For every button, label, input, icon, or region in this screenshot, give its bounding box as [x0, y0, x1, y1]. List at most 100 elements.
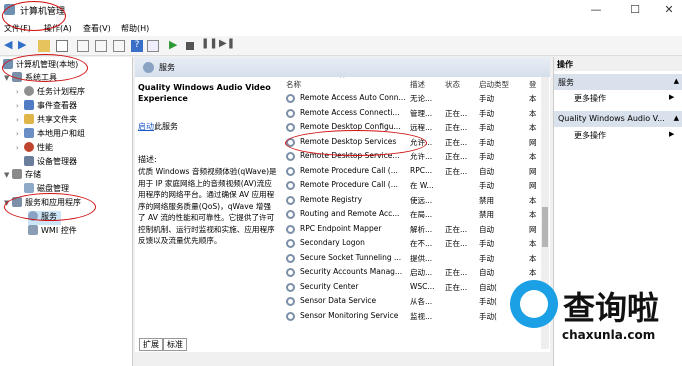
table-row[interactable]: Remote Procedure Call (... RPC... 正在... 自动 网 — [283, 164, 541, 179]
collapse-arrow-icon[interactable]: ▲ — [674, 77, 679, 85]
gear-icon — [286, 195, 295, 205]
table-row[interactable]: Secondary Logon 在不... 正在... 手动 本 — [283, 236, 541, 251]
service-status-cell: 正在... — [445, 282, 468, 292]
service-name-cell: Remote Procedure Call (... — [300, 180, 398, 189]
expand-arrow-icon[interactable]: ▼ — [4, 199, 12, 207]
services-pane: 服务 Quality Windows Audio Video Experienc… — [135, 57, 550, 352]
tools-icon — [12, 72, 22, 82]
more-actions-services[interactable]: 更多操作 ▶ — [574, 93, 674, 104]
tree-item-event-viewer[interactable]: › 事件查看器 — [16, 100, 77, 114]
service-description-cell: 在 W... — [410, 181, 434, 190]
stop-service-icon[interactable] — [186, 42, 194, 50]
gear-icon — [286, 282, 295, 292]
service-description-cell: 在局... — [410, 210, 433, 219]
table-row[interactable]: Remote Registry 使远... 禁用 本 — [283, 193, 541, 208]
table-row[interactable]: Remote Desktop Configu... 远程... 正在... 手动 本 — [283, 120, 541, 135]
chevron-right-icon[interactable]: › — [16, 116, 24, 124]
table-row[interactable]: Routing and Remote Acc... 在局... 禁用 本 — [283, 207, 541, 222]
service-startup-cell: 手动 — [479, 253, 494, 263]
services-icon — [143, 62, 154, 73]
scrollbar-thumb[interactable] — [542, 207, 548, 247]
tree-item-task-scheduler[interactable]: › 任务计划程序 — [16, 86, 85, 100]
refresh-icon[interactable] — [95, 40, 107, 52]
chevron-right-icon[interactable]: › — [16, 144, 24, 152]
service-name-cell: Remote Access Connecti... — [300, 107, 400, 117]
action-pane-icon[interactable] — [147, 40, 159, 52]
column-header-status[interactable]: 状态 — [445, 79, 460, 90]
service-status-cell: 正在... — [445, 152, 468, 161]
pause-service-icon[interactable]: ❚❚ — [201, 38, 218, 50]
service-description-cell: 远程... — [410, 123, 433, 132]
description-text: 优质 Windows 音频视频体验(qWave)是用于 IP 家庭网络上的音频视… — [138, 167, 277, 245]
start-service-link[interactable]: 启动 — [138, 122, 154, 131]
export-list-icon[interactable] — [113, 40, 125, 52]
tree-item-system-tools[interactable]: ▼ 系统工具 — [4, 72, 57, 86]
column-header-description[interactable]: 描述 — [410, 79, 425, 90]
service-status-cell: 正在... — [445, 137, 468, 147]
service-startup-cell: 手动 — [479, 123, 494, 132]
device-manager-icon — [24, 156, 34, 166]
column-header-logon[interactable]: 登 — [529, 79, 537, 90]
tree-item-services[interactable]: 服务 — [28, 211, 61, 225]
tree-item-local-users-groups[interactable]: › 本地用户和组 — [16, 128, 85, 142]
window-title: 计算机管理 — [20, 7, 66, 17]
service-description-cell: 在不... — [410, 239, 433, 248]
expand-arrow-icon[interactable]: ▼ — [4, 171, 12, 179]
tree-item-disk-management[interactable]: 磁盘管理 — [24, 183, 69, 197]
service-status-cell: 正在... — [445, 224, 468, 234]
actions-section-services[interactable]: 服务 ▲ — [554, 74, 682, 90]
menu-help[interactable]: 帮助(H) — [121, 23, 149, 34]
maximize-button[interactable]: ☐ — [625, 3, 645, 16]
chevron-right-icon[interactable]: › — [16, 102, 24, 110]
table-row[interactable]: Remote Procedure Call (... 在 W... 手动 网 — [283, 178, 541, 193]
tab-extended[interactable]: 扩展 — [139, 338, 163, 351]
service-logon-cell: 本 — [529, 195, 537, 205]
service-name-cell: Sensor Data Service — [300, 296, 377, 305]
folder-up-icon[interactable] — [38, 40, 50, 52]
gear-icon — [286, 311, 295, 321]
back-icon[interactable]: ◀ — [4, 38, 16, 51]
close-button[interactable]: ✕ — [659, 3, 679, 16]
tree-item-device-manager[interactable]: 设备管理器 — [24, 156, 77, 170]
table-row[interactable]: Remote Desktop Service... 允许... 正在... 手动 本 — [283, 149, 541, 164]
restart-service-icon[interactable]: ▶❚ — [219, 38, 235, 50]
start-service-action: 启动此服务 — [138, 121, 178, 132]
properties-icon[interactable] — [77, 40, 89, 52]
actions-section-selected-service[interactable]: Quality Windows Audio V... ▲ — [554, 111, 682, 127]
tab-standard[interactable]: 标准 — [163, 338, 187, 351]
tree-item-performance[interactable]: › 性能 — [16, 142, 53, 156]
service-description-cell: 允许... — [410, 137, 433, 147]
menu-file[interactable]: 文件(F) — [4, 23, 31, 34]
table-row[interactable]: RPC Endpoint Mapper 解析... 正在... 自动 网 — [283, 222, 541, 237]
menu-view[interactable]: 查看(V) — [83, 23, 111, 34]
column-header-name[interactable]: 名称 — [286, 79, 301, 90]
start-service-icon[interactable]: ▶ — [169, 38, 181, 51]
table-row[interactable]: Secure Socket Tunneling ... 提供... 手动 本 — [283, 251, 541, 266]
service-startup-cell: 手动 — [479, 108, 494, 118]
help-icon[interactable]: ? — [131, 40, 143, 52]
chevron-right-icon: ▶ — [669, 93, 675, 101]
chevron-right-icon[interactable]: › — [16, 88, 24, 96]
start-service-suffix: 此服务 — [154, 122, 178, 131]
column-header-startup-type[interactable]: 启动类型 — [479, 79, 509, 90]
shared-folder-icon — [24, 114, 34, 124]
more-actions-selected-service[interactable]: 更多操作 ▶ — [574, 130, 674, 141]
collapse-arrow-icon[interactable]: ▲ — [674, 114, 679, 122]
table-row[interactable]: Remote Access Auto Conn... 无论... 手动 本 — [283, 91, 541, 106]
tree-item-wmi-control[interactable]: WMI 控件 — [28, 225, 77, 239]
minimize-button[interactable]: — — [586, 3, 606, 16]
tree-item-services-applications[interactable]: ▼ 服务和应用程序 — [4, 197, 81, 211]
gear-icon — [286, 297, 295, 306]
forward-icon[interactable]: ▶ — [18, 38, 30, 51]
tree-item-shared-folders[interactable]: › 共享文件夹 — [16, 114, 77, 128]
menu-action[interactable]: 操作(A) — [44, 23, 72, 34]
service-status-cell: 正在... — [445, 268, 468, 277]
table-row[interactable]: Remote Desktop Services 允许... 正在... 手动 网 — [283, 135, 541, 150]
expand-arrow-icon[interactable]: ▼ — [4, 74, 12, 82]
chevron-right-icon[interactable]: › — [16, 130, 24, 138]
service-logon-cell: 网 — [529, 224, 537, 234]
show-hide-tree-icon[interactable] — [56, 40, 68, 52]
table-row[interactable]: Remote Access Connecti... 管理... 正在... 手动 本 — [283, 106, 541, 121]
tree-item-computer-management[interactable]: 计算机管理(本地) — [3, 59, 78, 73]
tree-item-storage[interactable]: ▼ 存储 — [4, 169, 41, 183]
